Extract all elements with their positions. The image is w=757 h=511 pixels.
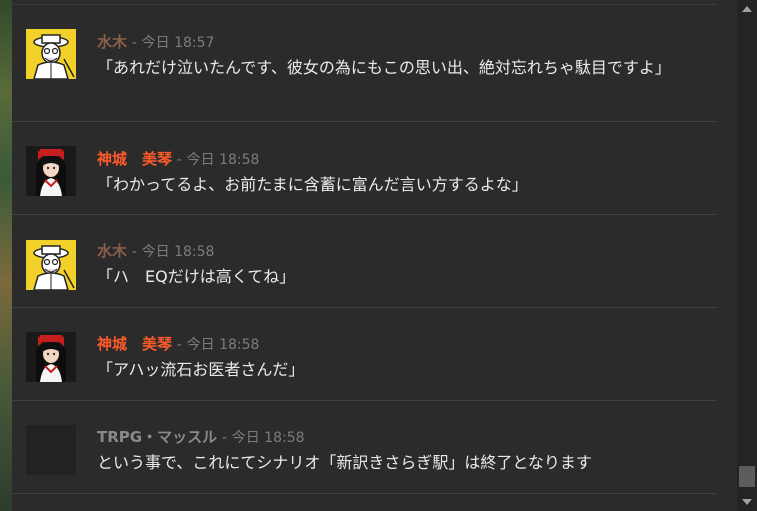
timestamp: 今日 18:58 (186, 337, 260, 353)
scrollbar-thumb[interactable] (739, 466, 755, 487)
background-image-strip (0, 0, 12, 511)
chat-message: 神城 美琴 - 今日 18:58 「アハッ流石お医者さんだ」 (12, 308, 717, 401)
timestamp: 今日 18:57 (141, 35, 215, 51)
sketch-man-avatar[interactable] (26, 29, 76, 79)
anime-girl-avatar[interactable] (26, 146, 76, 196)
blank-avatar[interactable] (26, 425, 76, 475)
chevron-up-icon[interactable] (737, 0, 757, 18)
separator: - (131, 244, 137, 260)
chat-message: 水木 - 今日 18:58 「ハ EQだけは高くてね」 (12, 215, 717, 308)
chat-panel: 水木 - 今日 18:57 「あれだけ泣いたんです、彼女の為にもこの思い出、絶対… (12, 0, 737, 511)
timestamp: 今日 18:58 (186, 152, 260, 168)
chat-message: 水木 - 今日 18:57 「あれだけ泣いたんです、彼女の為にもこの思い出、絶対… (12, 5, 717, 122)
timestamp: 今日 18:58 (141, 244, 215, 260)
chat-message: TRPG・マッスル - 今日 18:58 という事で、これにてシナリオ「新訳きさ… (12, 401, 717, 494)
anime-girl-avatar[interactable] (26, 332, 76, 382)
separator: - (176, 337, 182, 353)
separator: - (176, 152, 182, 168)
author-name[interactable]: 水木 (97, 33, 127, 51)
author-name[interactable]: 神城 美琴 (97, 335, 172, 353)
author-name[interactable]: 水木 (97, 242, 127, 260)
message-text: 「アハッ流石お医者さんだ」 (97, 360, 305, 379)
message-text: 「ハ EQだけは高くてね」 (97, 267, 296, 286)
author-name[interactable]: 神城 美琴 (97, 150, 172, 168)
message-text: 「わかってるよ、お前たまに含蓄に富んだ言い方するよな」 (97, 175, 528, 194)
author-name[interactable]: TRPG・マッスル (97, 428, 217, 446)
chevron-down-icon[interactable] (737, 493, 757, 511)
vertical-scrollbar[interactable] (737, 0, 757, 511)
sketch-man-avatar[interactable] (26, 240, 76, 290)
message-text: という事で、これにてシナリオ「新訳きさらぎ駅」は終了となります (97, 453, 592, 472)
chat-message: 神城 美琴 - 今日 18:58 「わかってるよ、お前たまに含蓄に富んだ言い方す… (12, 122, 717, 215)
separator: - (221, 430, 227, 446)
timestamp: 今日 18:58 (231, 430, 305, 446)
separator: - (131, 35, 137, 51)
message-text: 「あれだけ泣いたんです、彼女の為にもこの思い出、絶対忘れちゃ駄目ですよ」 (97, 58, 671, 77)
